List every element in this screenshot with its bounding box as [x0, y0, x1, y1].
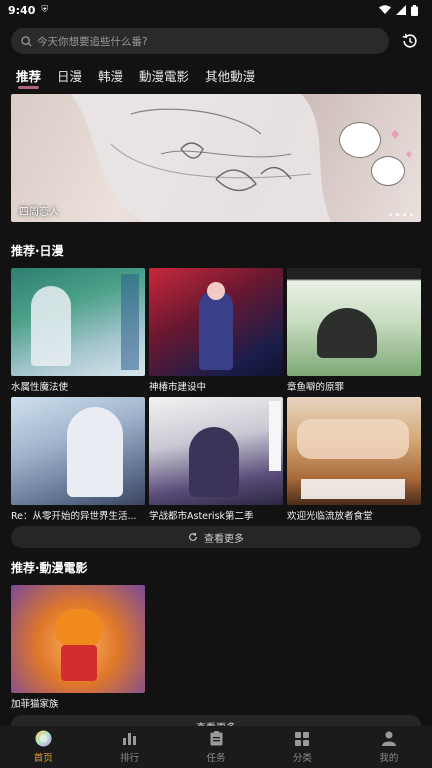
search-row: 今天你想要追些什么番?	[11, 28, 421, 54]
anime-title: Re：从零开始的异世界生活...	[11, 511, 137, 522]
anime-cover	[287, 268, 421, 376]
nav-label: 任务	[206, 753, 226, 764]
bar-chart-icon	[121, 730, 138, 747]
tab-anime-movie[interactable]: 動漫電影	[139, 66, 189, 91]
anime-card[interactable]: 神椿市建设中	[149, 268, 283, 396]
anime-card[interactable]: 章鱼噼的原罪	[287, 268, 421, 396]
banner-title: 四周恋人	[19, 207, 59, 218]
anime-card[interactable]: Re：从零开始的异世界生活...	[11, 397, 145, 525]
battery-icon	[411, 4, 418, 16]
anime-cover	[11, 268, 145, 376]
anime-title: 水属性魔法使	[11, 382, 69, 393]
shield-icon: ⛨	[41, 5, 49, 15]
carousel-dot	[389, 213, 392, 216]
japanese-anime-grid: 水属性魔法使 神椿市建设中 章鱼噼的原罪 Re：从零开始的异世界生活... 学战…	[11, 268, 421, 525]
search-placeholder: 今天你想要追些什么番?	[37, 35, 148, 48]
speech-bubble	[339, 122, 381, 158]
nav-category[interactable]: 分类	[259, 726, 345, 768]
banner-artwork	[71, 94, 412, 222]
refresh-icon	[189, 532, 197, 541]
anime-title: 神椿市建设中	[149, 382, 207, 393]
carousel-dot	[396, 213, 399, 216]
anime-title: 学战都市Asterisk第二季	[149, 511, 254, 522]
nav-label: 首页	[33, 753, 53, 764]
wifi-icon	[379, 5, 391, 14]
anime-title: 欢迎光临流放者食堂	[287, 511, 373, 522]
anime-cover	[11, 397, 145, 505]
anime-card[interactable]: 学战都市Asterisk第二季	[149, 397, 283, 525]
nav-ranking[interactable]: 排行	[86, 726, 172, 768]
history-icon	[402, 33, 417, 48]
movie-grid: 加菲猫家族	[11, 585, 421, 713]
tab-korean-anime[interactable]: 韩漫	[98, 66, 123, 91]
search-input[interactable]: 今天你想要追些什么番?	[11, 28, 389, 54]
nav-label: 排行	[120, 753, 140, 764]
anime-cover	[149, 397, 283, 505]
see-more-japanese-button[interactable]: 查看更多	[11, 526, 421, 548]
user-icon	[380, 730, 397, 747]
carousel-indicator	[389, 213, 413, 216]
tab-other-anime[interactable]: 其他動漫	[205, 66, 255, 91]
signal-icon	[396, 5, 406, 15]
tab-japanese-anime[interactable]: 日漫	[57, 66, 82, 91]
carousel-dot	[410, 213, 413, 216]
nav-home[interactable]: 首页	[0, 726, 86, 768]
nav-tasks[interactable]: 任务	[173, 726, 259, 768]
anime-card[interactable]: 水属性魔法使	[11, 268, 145, 396]
bottom-navigation: 首页 排行 任务 分类 我的	[0, 726, 432, 768]
anime-cover	[149, 268, 283, 376]
clipboard-icon	[208, 730, 225, 747]
anime-card[interactable]: 欢迎光临流放者食堂	[287, 397, 421, 525]
anime-title: 加菲猫家族	[11, 699, 59, 710]
anime-title: 章鱼噼的原罪	[287, 382, 345, 393]
search-icon	[21, 35, 32, 47]
anime-cover	[287, 397, 421, 505]
home-icon	[35, 730, 52, 747]
category-tabs: 推荐 日漫 韩漫 動漫電影 其他動漫	[16, 66, 255, 91]
banner-carousel[interactable]: 四周恋人	[11, 94, 421, 222]
status-time: 9:40	[8, 3, 36, 17]
grid-icon	[294, 730, 311, 747]
anime-card[interactable]: 加菲猫家族	[11, 585, 145, 713]
history-button[interactable]	[400, 31, 420, 51]
anime-cover	[11, 585, 145, 693]
speech-bubble	[371, 156, 405, 186]
section-title-movie: 推荐·動漫電影	[11, 561, 88, 575]
status-bar: 9:40 ⛨	[0, 0, 432, 20]
see-more-label: 查看更多	[204, 533, 244, 545]
carousel-dot	[403, 213, 406, 216]
tab-recommend[interactable]: 推荐	[16, 66, 41, 91]
nav-profile[interactable]: 我的	[346, 726, 432, 768]
nav-label: 分类	[292, 753, 312, 764]
nav-label: 我的	[379, 753, 399, 764]
section-title-japanese: 推荐·日漫	[11, 244, 64, 258]
